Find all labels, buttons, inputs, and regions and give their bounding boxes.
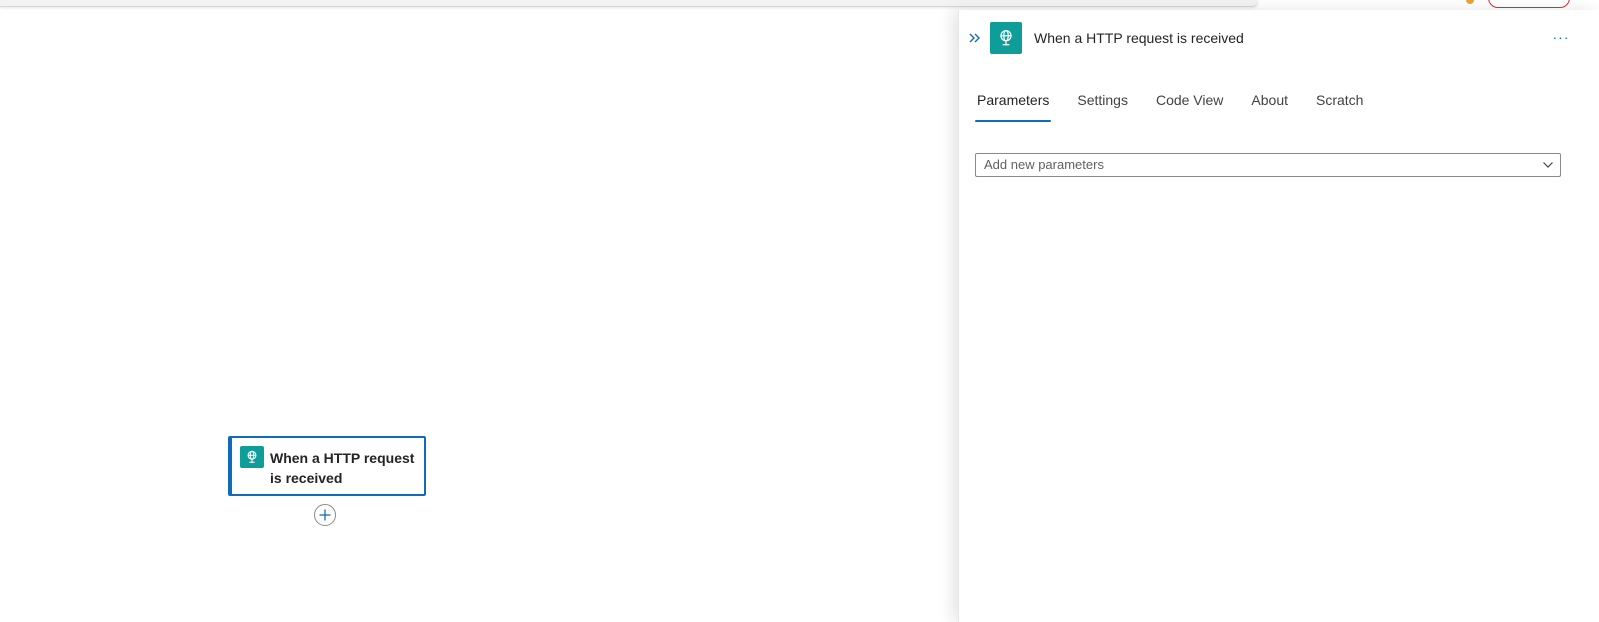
add-parameters-placeholder: Add new parameters [984, 157, 1104, 172]
plus-icon [319, 509, 331, 521]
more-options-button[interactable]: ··· [1551, 27, 1571, 47]
details-panel: When a HTTP request is received ··· Para… [958, 10, 1599, 622]
address-bar[interactable] [0, 0, 1258, 7]
profile-button[interactable] [1488, 0, 1570, 8]
double-chevron-right-icon [969, 33, 980, 43]
panel-title[interactable]: When a HTTP request is received [1034, 29, 1244, 47]
panel-tabs: Parameters Settings Code View About Scra… [975, 90, 1389, 122]
trigger-node-title: When a HTTP request is received [270, 450, 415, 486]
tab-settings[interactable]: Settings [1075, 90, 1130, 122]
tab-scratch[interactable]: Scratch [1314, 90, 1365, 122]
app-root: When a HTTP request is received When a H… [0, 0, 1599, 622]
add-step-button[interactable] [314, 504, 336, 526]
tab-about[interactable]: About [1249, 90, 1290, 122]
http-request-icon [240, 446, 264, 468]
tab-parameters[interactable]: Parameters [975, 90, 1052, 122]
tab-code-view[interactable]: Code View [1154, 90, 1225, 122]
collapse-panel-button[interactable] [967, 30, 983, 46]
browser-top-strip [0, 0, 1599, 10]
http-request-icon [990, 22, 1022, 54]
trigger-node-card[interactable]: When a HTTP request is received [228, 436, 426, 496]
add-parameters-dropdown[interactable]: Add new parameters [975, 153, 1561, 177]
designer-canvas[interactable]: When a HTTP request is received [0, 10, 958, 622]
chevron-down-icon [1543, 162, 1553, 168]
extension-icon[interactable] [1466, 0, 1474, 4]
